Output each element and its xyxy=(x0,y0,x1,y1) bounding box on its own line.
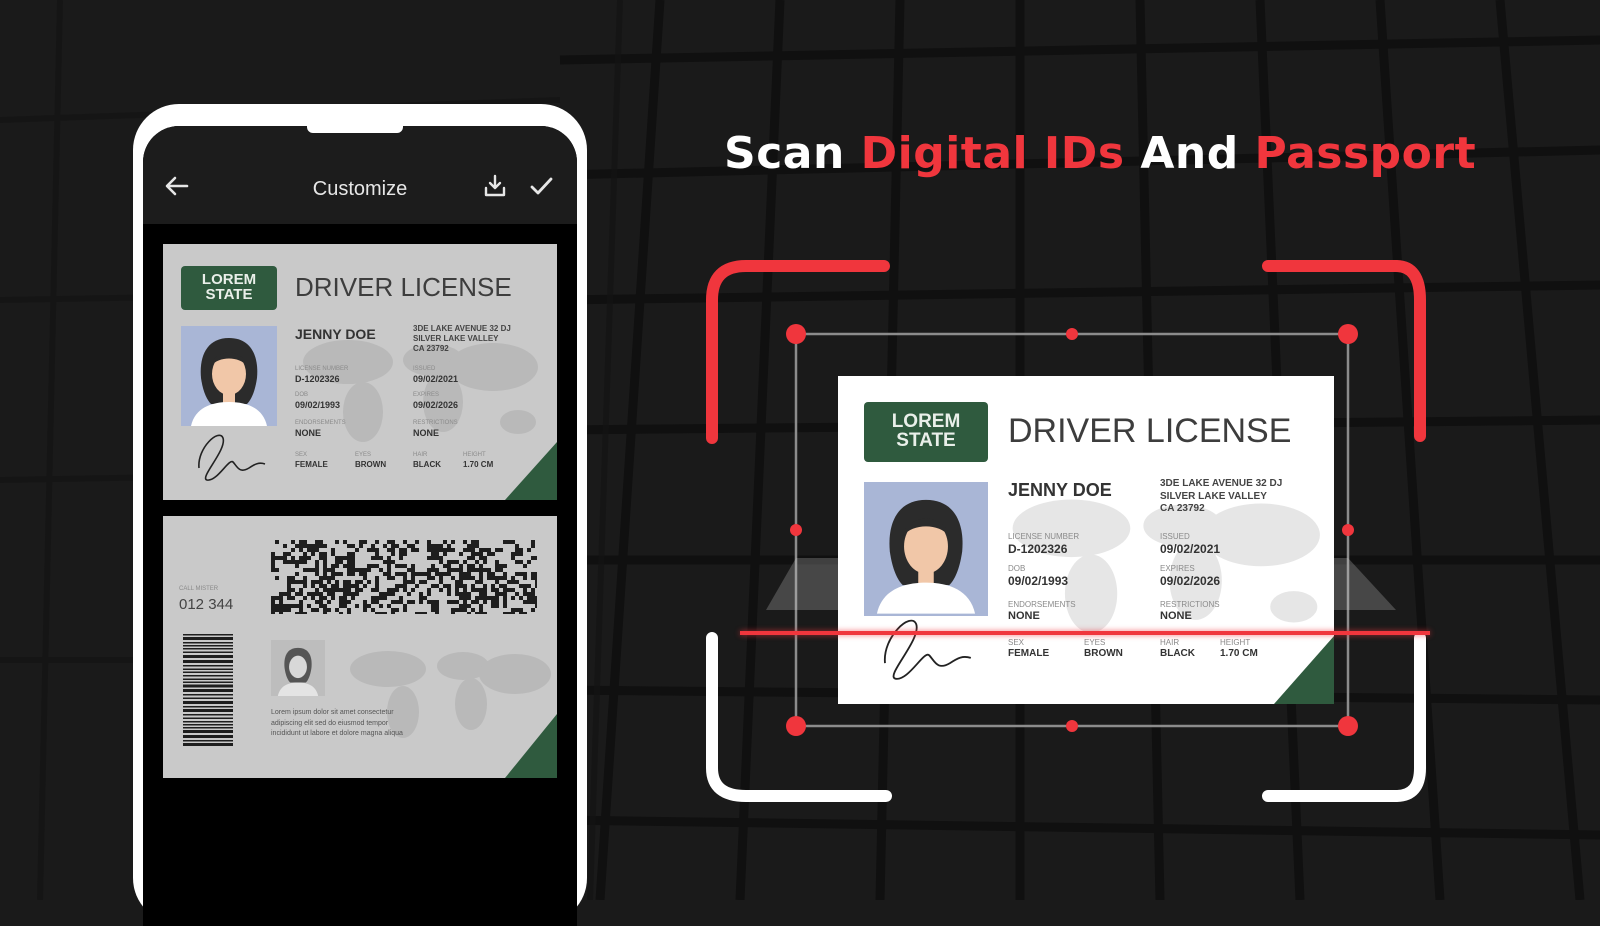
scan-line xyxy=(740,631,1430,635)
dob-value: 09/02/1993 xyxy=(295,400,341,410)
download-icon[interactable] xyxy=(481,172,509,200)
eyes-label: EYES xyxy=(355,452,372,458)
state-badge-line2: STATE xyxy=(205,286,253,303)
phone-mockup: Customize LOREM STATE DRIVER LICENSE JEN… xyxy=(133,104,587,926)
sex-value: FEMALE xyxy=(295,460,328,469)
holder-name-large: JENNY DOE xyxy=(1008,480,1112,500)
address-large-line2: SILVER LAKE VALLEY xyxy=(1160,490,1267,502)
phone-notch xyxy=(307,126,403,133)
hair-value: BLACK xyxy=(413,460,441,469)
restrictions-value-large: NONE xyxy=(1160,610,1192,622)
eyes-value-large: BROWN xyxy=(1084,648,1123,659)
height-label: HEIGHT xyxy=(463,452,486,458)
back-fine-print: Lorem ipsum dolor sit amet consectetur a… xyxy=(271,708,403,740)
card-corner-wedge-large xyxy=(1274,636,1334,704)
endorsements-value-large: NONE xyxy=(1008,610,1040,622)
hair-value-large: BLACK xyxy=(1160,648,1195,659)
sex-label-large: SEX xyxy=(1008,638,1025,647)
back-id-number: 012 344 xyxy=(179,596,234,613)
issued-value: 09/02/2021 xyxy=(413,374,459,384)
qr-code xyxy=(271,540,537,614)
back-id-label: CALL MISTER xyxy=(179,586,219,592)
sex-label: SEX xyxy=(295,452,308,458)
dob-label-large: DOB xyxy=(1008,564,1026,573)
license-title-large: DRIVER LICENSE xyxy=(1008,412,1292,450)
restrictions-value: NONE xyxy=(413,428,440,438)
sex-value-large: FEMALE xyxy=(1008,648,1050,659)
expires-label: EXPIRES xyxy=(413,392,440,398)
issued-label: ISSUED xyxy=(413,366,436,372)
dob-value-large: 09/02/1993 xyxy=(1008,574,1069,588)
endorsements-value: NONE xyxy=(295,428,322,438)
person-ghost-icon xyxy=(277,647,319,696)
state-badge-line1: LOREM xyxy=(201,271,257,288)
fine-print-line2: adipiscing elit sed do eiusmod tempor xyxy=(271,719,389,727)
license-front-card-large[interactable]: LOREM STATE DRIVER LICENSE JENNY DOE 3DE… xyxy=(838,376,1334,704)
endorsements-label: ENDORSEMENTS xyxy=(295,420,346,426)
headline-part-passport: Passport xyxy=(1254,128,1477,179)
eyes-value: BROWN xyxy=(355,460,387,469)
issued-value-large: 09/02/2021 xyxy=(1160,542,1221,556)
phone-screen: Customize LOREM STATE DRIVER LICENSE JEN… xyxy=(143,126,577,926)
barcode xyxy=(183,634,233,746)
headline-part-digital-ids: Digital IDs xyxy=(860,128,1125,179)
signature-large xyxy=(884,619,972,680)
dob-label: DOB xyxy=(295,392,309,398)
holder-name: JENNY DOE xyxy=(295,326,376,342)
expires-value: 09/02/2026 xyxy=(413,400,459,410)
license-title: DRIVER LICENSE xyxy=(295,272,512,302)
address-line3: CA 23792 xyxy=(413,344,449,353)
restrictions-label: RESTRICTIONS xyxy=(413,420,458,426)
back-holder-photo xyxy=(271,640,325,696)
holder-photo xyxy=(181,326,277,426)
expires-label-large: EXPIRES xyxy=(1160,564,1195,573)
state-badge-large-line1: LOREM xyxy=(891,411,961,432)
eyes-label-large: EYES xyxy=(1084,638,1106,647)
license-number-label-large: LICENSE NUMBER xyxy=(1008,532,1080,541)
hair-label: HAIR xyxy=(413,452,428,458)
address-large-line1: 3DE LAKE AVENUE 32 DJ xyxy=(1160,478,1283,489)
license-back-card-small[interactable]: CALL MISTER 012 344 Lorem ipsum dolor si… xyxy=(163,516,557,778)
address-line1: 3DE LAKE AVENUE 32 DJ xyxy=(413,324,511,333)
license-number-value: D-1202326 xyxy=(295,374,340,384)
check-icon[interactable] xyxy=(527,172,555,200)
state-badge: LOREM STATE xyxy=(181,266,277,310)
restrictions-label-large: RESTRICTIONS xyxy=(1160,600,1220,609)
hair-label-large: HAIR xyxy=(1160,638,1180,647)
height-value: 1.70 CM xyxy=(463,460,494,469)
fine-print-line1: Lorem ipsum dolor sit amet consectetur xyxy=(271,709,394,716)
card-corner-wedge xyxy=(505,442,557,500)
endorsements-label-large: ENDORSEMENTS xyxy=(1008,600,1076,609)
headline-part-scan: Scan xyxy=(724,128,861,179)
headline-part-and: And xyxy=(1124,128,1255,179)
license-number-label: LICENSE NUMBER xyxy=(295,366,349,372)
fine-print-line3: incididunt ut labore et dolore magna ali… xyxy=(271,730,403,737)
signature xyxy=(198,434,266,481)
state-badge-large-line2: STATE xyxy=(896,430,956,451)
state-badge-large: LOREM STATE xyxy=(864,402,988,462)
holder-address: 3DE LAKE AVENUE 32 DJ SILVER LAKE VALLEY… xyxy=(413,324,511,354)
height-label-large: HEIGHT xyxy=(1220,638,1251,647)
app-bar: Customize xyxy=(143,126,577,224)
headline: Scan Digital IDs And Passport xyxy=(724,128,1476,188)
app-title: Customize xyxy=(312,178,408,200)
height-value-large: 1.70 CM xyxy=(1220,648,1258,659)
license-front-card-small[interactable]: LOREM STATE DRIVER LICENSE JENNY DOE 3DE… xyxy=(163,244,557,500)
issued-label-large: ISSUED xyxy=(1160,532,1190,541)
address-large-line3: CA 23792 xyxy=(1160,503,1205,514)
license-number-value-large: D-1202326 xyxy=(1008,542,1068,556)
address-line2: SILVER LAKE VALLEY xyxy=(413,334,499,343)
expires-value-large: 09/02/2026 xyxy=(1160,574,1221,588)
person-avatar-icon xyxy=(191,338,267,426)
holder-address-large: 3DE LAKE AVENUE 32 DJ SILVER LAKE VALLEY… xyxy=(1160,478,1282,516)
card-corner-wedge-back xyxy=(505,714,557,778)
